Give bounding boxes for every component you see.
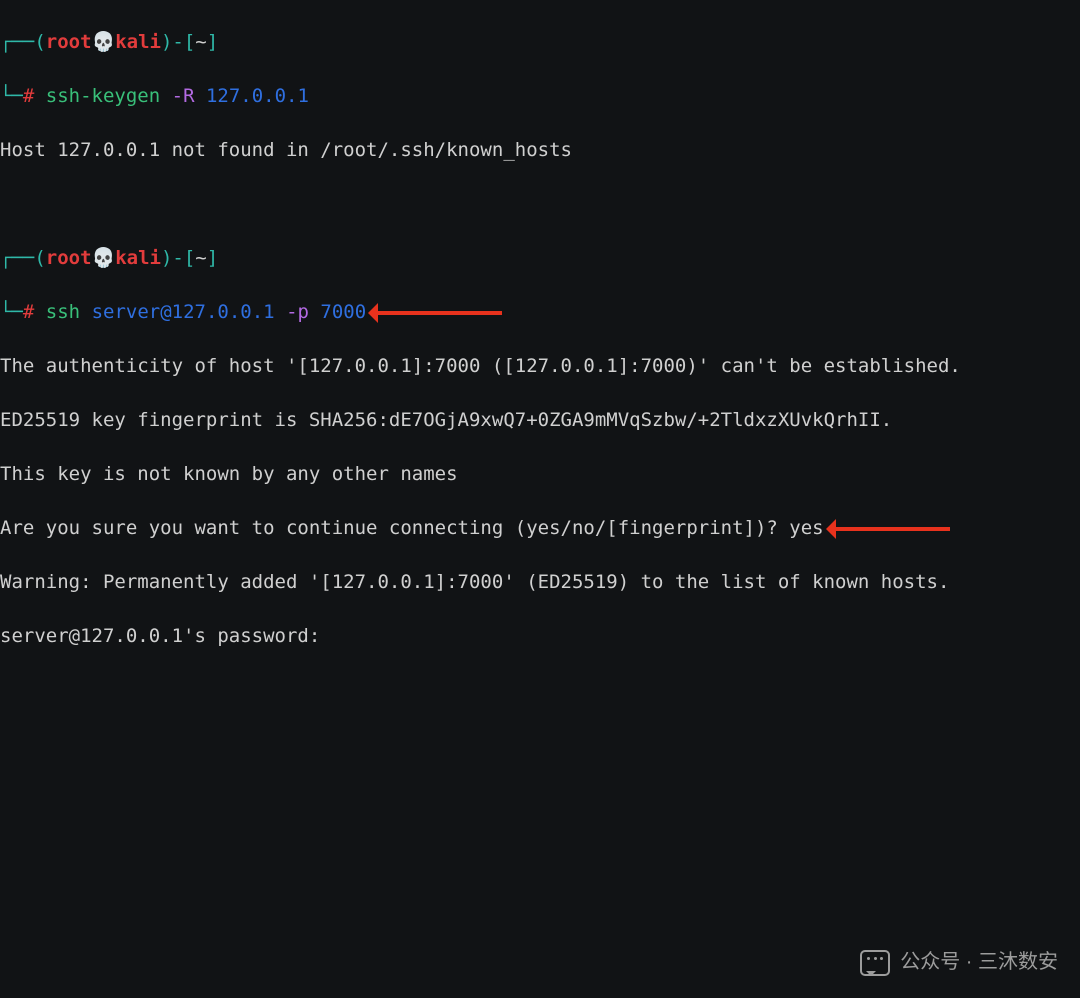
- watermark-text: 公众号 · 三沐数安: [900, 949, 1058, 976]
- ssh-authenticity: The authenticity of host '[127.0.0.1]:70…: [0, 353, 1080, 380]
- ssh-password-prompt: server@127.0.0.1's password:: [0, 623, 1080, 650]
- arrow-icon: [372, 311, 502, 315]
- cmd-ssh-keygen: └─# ssh-keygen -R 127.0.0.1: [0, 83, 1080, 110]
- ssh-confirm: Are you sure you want to continue connec…: [0, 515, 1080, 542]
- wechat-icon: [860, 950, 890, 976]
- prompt-header-2: ┌──(root💀kali)-[~]: [0, 245, 1080, 272]
- arrow-icon: [830, 527, 950, 531]
- terminal-output[interactable]: ┌──(root💀kali)-[~] └─# ssh-keygen -R 127…: [0, 0, 1080, 998]
- prompt-header-1: ┌──(root💀kali)-[~]: [0, 29, 1080, 56]
- cmd-ssh: └─# ssh server@127.0.0.1 -p 7000: [0, 299, 1080, 326]
- ssh-fingerprint: ED25519 key fingerprint is SHA256:dE7OGj…: [0, 407, 1080, 434]
- ssh-not-known: This key is not known by any other names: [0, 461, 1080, 488]
- ssh-added: Warning: Permanently added '[127.0.0.1]:…: [0, 569, 1080, 596]
- watermark: 公众号 · 三沐数安: [860, 949, 1058, 976]
- out-not-found: Host 127.0.0.1 not found in /root/.ssh/k…: [0, 137, 1080, 164]
